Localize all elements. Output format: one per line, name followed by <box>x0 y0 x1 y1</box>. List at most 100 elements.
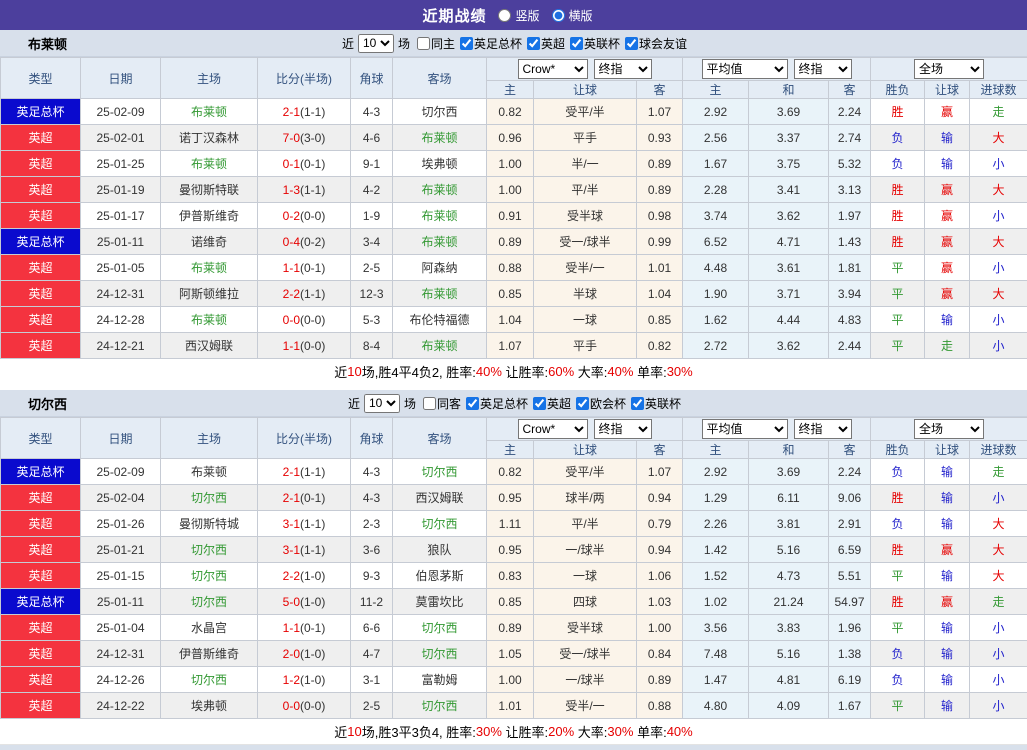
handicap-home-odds: 0.95 <box>487 537 534 563</box>
handicap-home-odds: 0.91 <box>487 203 534 229</box>
result-wdl: 胜 <box>871 203 925 229</box>
score-cell: 7-0(3-0) <box>258 125 351 151</box>
result-goals: 小 <box>970 333 1027 359</box>
league-checkbox-label[interactable]: 英超 <box>533 395 571 412</box>
result-handicap: 输 <box>925 125 970 151</box>
result-handicap: 输 <box>925 563 970 589</box>
average-select[interactable]: 平均值 <box>702 59 788 79</box>
competition-badge: 英足总杯 <box>1 99 81 125</box>
league-checkbox[interactable] <box>631 397 644 410</box>
result-wdl: 负 <box>871 641 925 667</box>
handicap-home-odds: 0.89 <box>487 229 534 255</box>
competition-badge: 英超 <box>1 151 81 177</box>
final-odds-select[interactable]: 终指 <box>594 419 652 439</box>
summary-segment: 近 <box>334 362 347 381</box>
layout-radio-horizontal[interactable]: 横版 <box>552 7 593 24</box>
league-checkbox-label[interactable]: 英超 <box>527 35 565 52</box>
league-checkbox-label[interactable]: 英联杯 <box>570 35 620 52</box>
same-venue-checkbox-label[interactable]: 同主 <box>417 35 455 52</box>
result-goals: 小 <box>970 485 1027 511</box>
avg-home-odds: 4.48 <box>683 255 749 281</box>
radio-icon[interactable] <box>552 9 565 22</box>
match-row: 英超24-12-26切尔西1-2(1-0)3-1富勒姆1.00一/球半0.891… <box>1 667 1027 693</box>
league-checkbox-label[interactable]: 欧会杯 <box>576 395 626 412</box>
summary-segment: 40% <box>667 724 693 739</box>
fulltime-select[interactable]: 全场 <box>914 59 984 79</box>
league-checkbox-label[interactable]: 英足总杯 <box>466 395 528 412</box>
handicap-line: 半/一 <box>534 151 637 177</box>
team-section: 布莱顿 近10场同主英足总杯英超英联杯球会友谊 类型 日期 主场 比分(半场) … <box>0 30 1027 384</box>
corner-score: 9-1 <box>351 151 393 177</box>
result-wdl: 平 <box>871 333 925 359</box>
home-team: 布莱顿 <box>161 99 258 125</box>
col-header-handicap: 让球 <box>534 441 637 459</box>
handicap-away-odds: 0.79 <box>637 511 683 537</box>
result-goals: 小 <box>970 255 1027 281</box>
match-date: 25-01-25 <box>81 151 161 177</box>
avg-away-odds: 2.24 <box>829 99 871 125</box>
competition-badge: 英超 <box>1 333 81 359</box>
result-wdl: 负 <box>871 511 925 537</box>
league-checkbox[interactable] <box>533 397 546 410</box>
layout-radio-vertical[interactable]: 竖版 <box>498 7 539 24</box>
col-header-home: 主场 <box>161 58 258 99</box>
handicap-away-odds: 0.84 <box>637 641 683 667</box>
match-date: 24-12-31 <box>81 281 161 307</box>
match-row: 英超25-01-26曼彻斯特城3-1(1-1)2-3切尔西1.11平/半0.79… <box>1 511 1027 537</box>
corner-score: 4-2 <box>351 177 393 203</box>
corner-score: 6-6 <box>351 615 393 641</box>
same-venue-checkbox[interactable] <box>423 397 436 410</box>
corner-score: 2-5 <box>351 693 393 719</box>
score-cell: 2-1(1-1) <box>258 459 351 485</box>
col-header-result-goals: 进球数 <box>970 81 1027 99</box>
handicap-home-odds: 0.82 <box>487 459 534 485</box>
radio-icon[interactable] <box>498 9 511 22</box>
same-venue-checkbox[interactable] <box>417 37 430 50</box>
league-checkbox[interactable] <box>625 37 638 50</box>
avg-home-odds: 4.80 <box>683 693 749 719</box>
col-header-type: 类型 <box>1 418 81 459</box>
handicap-away-odds: 1.07 <box>637 99 683 125</box>
match-date: 25-01-11 <box>81 589 161 615</box>
away-team: 切尔西 <box>393 99 487 125</box>
match-date: 25-02-09 <box>81 459 161 485</box>
result-goals: 大 <box>970 177 1027 203</box>
handicap-away-odds: 0.93 <box>637 125 683 151</box>
final-odds-select[interactable]: 终指 <box>594 59 652 79</box>
league-checkbox-label[interactable]: 英联杯 <box>631 395 681 412</box>
average-select[interactable]: 平均值 <box>702 419 788 439</box>
handicap-line: 半球 <box>534 281 637 307</box>
competition-badge: 英超 <box>1 641 81 667</box>
league-checkbox-label[interactable]: 球会友谊 <box>625 35 687 52</box>
same-venue-checkbox-label[interactable]: 同客 <box>423 395 461 412</box>
match-date: 25-01-19 <box>81 177 161 203</box>
league-checkbox[interactable] <box>576 397 589 410</box>
match-row: 英超25-01-04水晶宫1-1(0-1)6-6切尔西0.89受半球1.003.… <box>1 615 1027 641</box>
league-checkbox[interactable] <box>527 37 540 50</box>
final-odds-select-2[interactable]: 终指 <box>794 59 852 79</box>
league-checkbox-label[interactable]: 英足总杯 <box>460 35 522 52</box>
final-odds-select-2[interactable]: 终指 <box>794 419 852 439</box>
result-goals: 小 <box>970 693 1027 719</box>
result-handicap: 输 <box>925 511 970 537</box>
col-header-away: 客场 <box>393 58 487 99</box>
league-checkbox[interactable] <box>460 37 473 50</box>
avg-home-odds: 2.56 <box>683 125 749 151</box>
bookmaker-select[interactable]: Crow* <box>518 59 588 79</box>
league-checkbox[interactable] <box>570 37 583 50</box>
match-date: 25-01-04 <box>81 615 161 641</box>
league-checkbox[interactable] <box>466 397 479 410</box>
avg-away-odds: 4.83 <box>829 307 871 333</box>
fulltime-select[interactable]: 全场 <box>914 419 984 439</box>
match-count-select[interactable]: 10 <box>364 394 400 413</box>
score-cell: 2-2(1-0) <box>258 563 351 589</box>
avg-away-odds: 2.74 <box>829 125 871 151</box>
result-handicap: 赢 <box>925 255 970 281</box>
competition-badge: 英超 <box>1 203 81 229</box>
summary-segment: 场,胜3平3负4, 胜率: <box>362 722 476 741</box>
match-count-select[interactable]: 10 <box>358 34 394 53</box>
handicap-away-odds: 1.04 <box>637 281 683 307</box>
col-header-away: 客场 <box>393 418 487 459</box>
result-wdl: 平 <box>871 563 925 589</box>
bookmaker-select[interactable]: Crow* <box>518 419 588 439</box>
